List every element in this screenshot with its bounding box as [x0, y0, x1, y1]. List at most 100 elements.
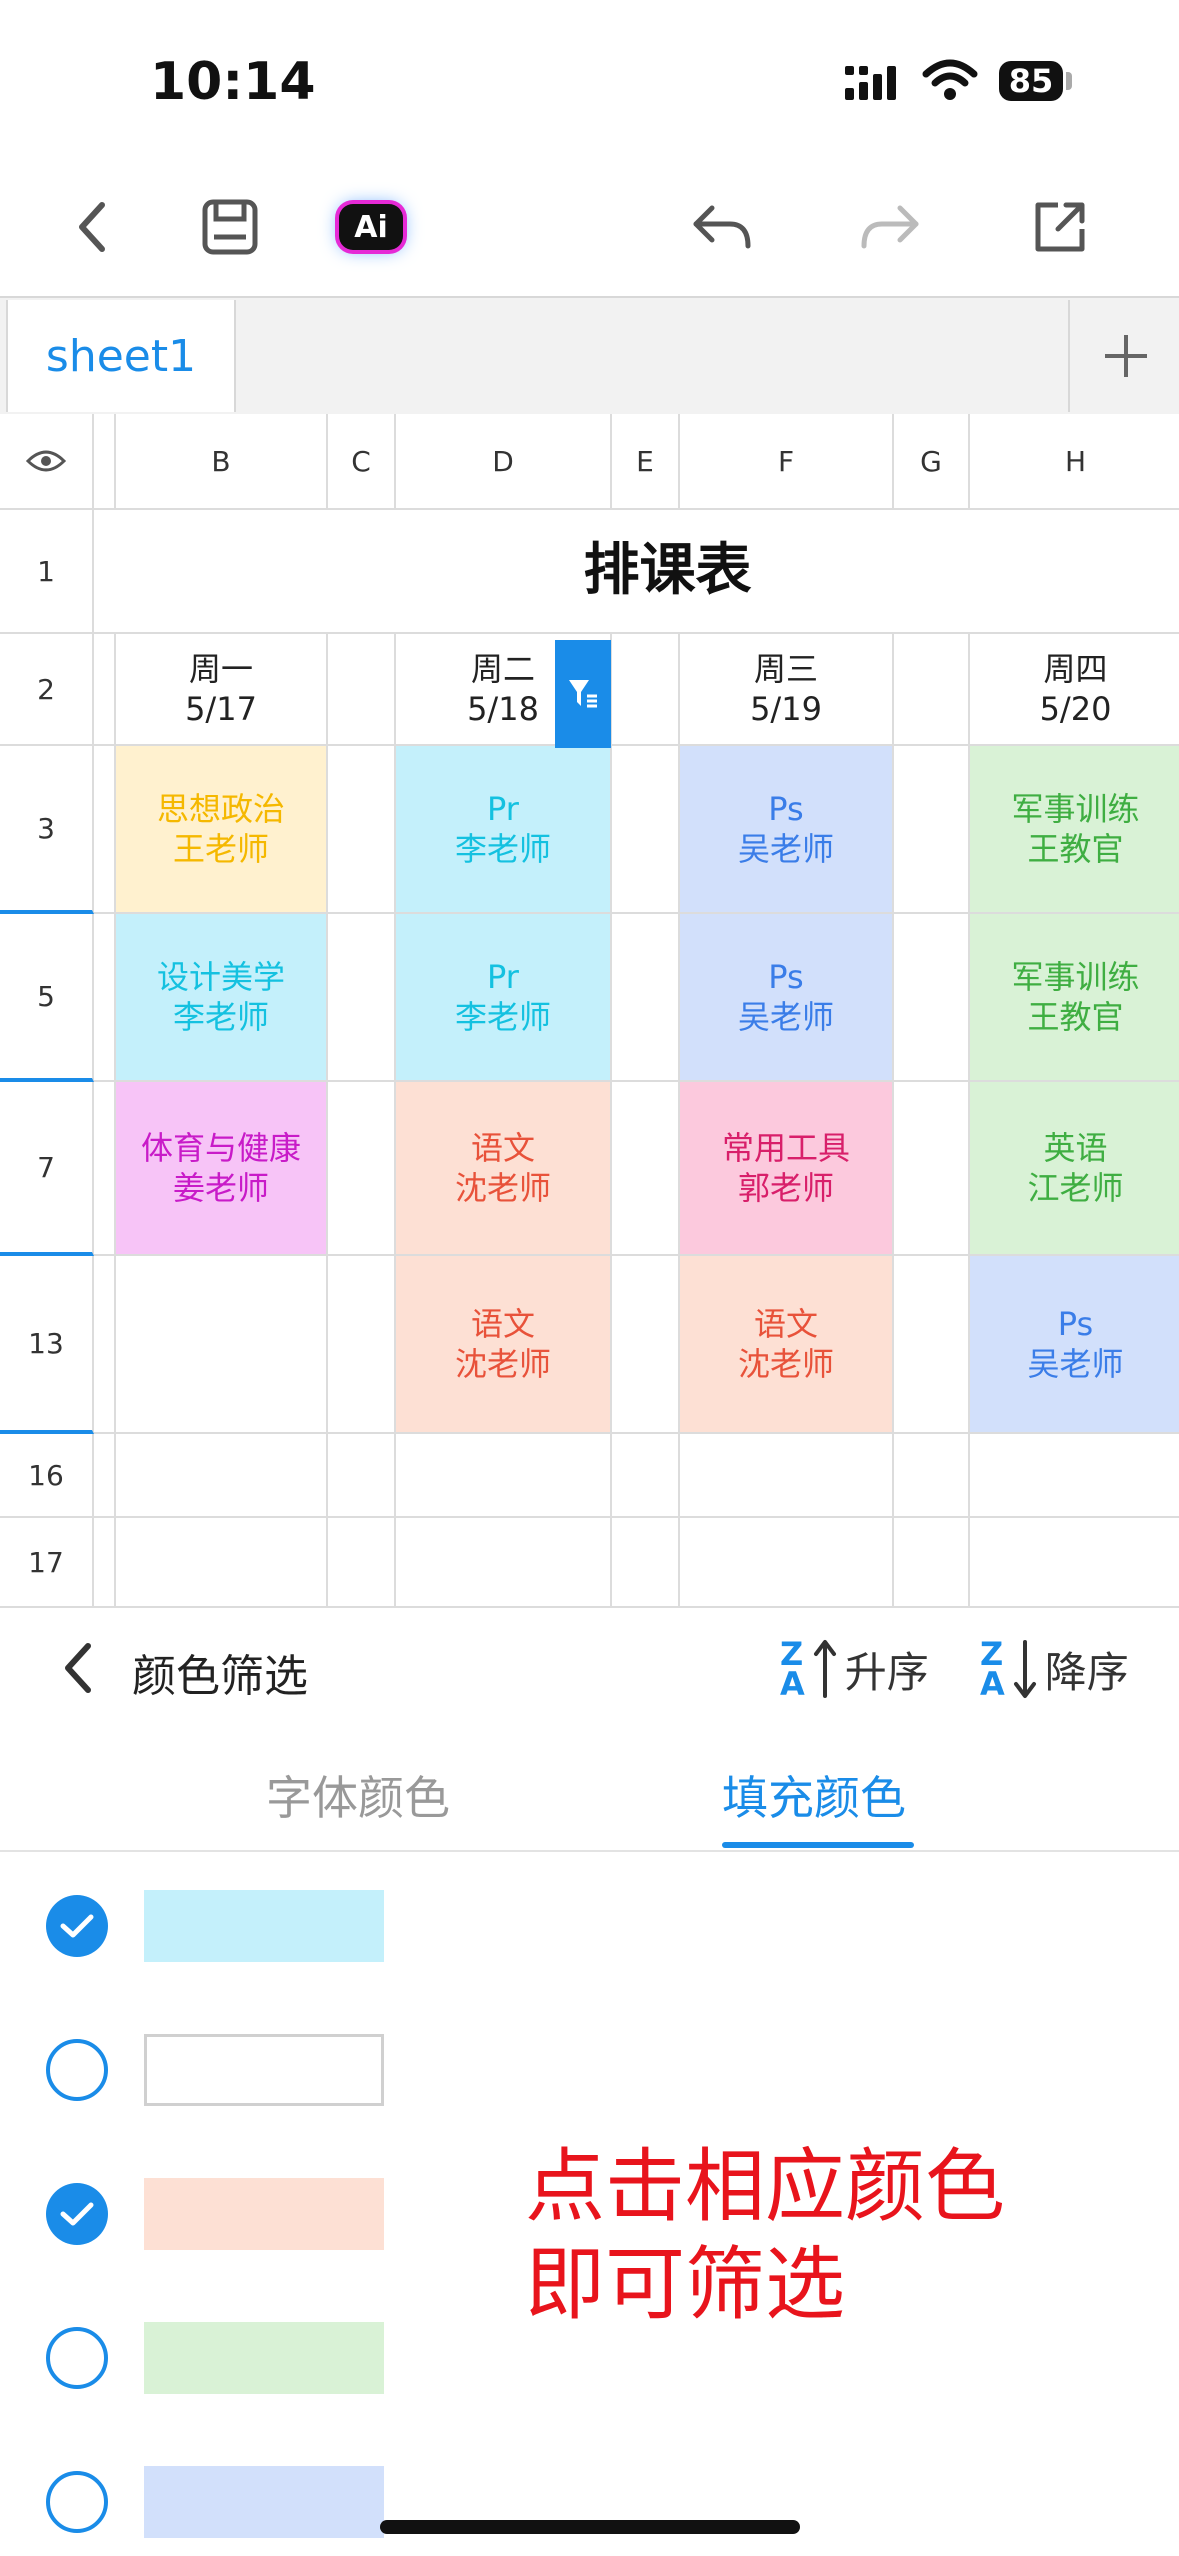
cell[interactable] — [894, 634, 970, 746]
cell[interactable] — [328, 1082, 396, 1256]
cell[interactable] — [612, 1082, 680, 1256]
tab-font-color[interactable]: 字体颜色 — [266, 1762, 450, 1828]
cell[interactable] — [116, 1518, 328, 1608]
sort-ascending-button[interactable]: ZA 升序 — [780, 1638, 929, 1700]
course-cell[interactable]: 语文 沈老师 — [680, 1256, 894, 1434]
column-header-a[interactable] — [94, 414, 116, 510]
sheet-tab[interactable]: sheet1 — [6, 300, 236, 412]
course-cell[interactable]: Ps 吴老师 — [970, 1256, 1179, 1434]
cell[interactable] — [894, 1518, 970, 1608]
course-cell[interactable]: Ps 吴老师 — [680, 746, 894, 914]
course-cell[interactable]: 体育与健康 姜老师 — [116, 1082, 328, 1256]
row-header[interactable]: 1 — [0, 510, 94, 634]
color-option-radio[interactable] — [46, 1895, 108, 1957]
row-header[interactable]: 13 — [0, 1256, 94, 1434]
undo-button[interactable] — [690, 195, 754, 259]
color-option-radio[interactable] — [46, 2327, 108, 2389]
column-header[interactable]: F — [680, 414, 894, 510]
cell[interactable] — [328, 914, 396, 1082]
back-button[interactable] — [60, 195, 124, 259]
course-cell[interactable]: 设计美学 李老师 — [116, 914, 328, 1082]
panel-back-button[interactable] — [60, 1640, 96, 1700]
cell[interactable] — [116, 1434, 328, 1518]
row-header[interactable]: 17 — [0, 1518, 94, 1608]
day-header-wed[interactable]: 周三 5/19 — [680, 634, 894, 746]
cell[interactable] — [894, 1256, 970, 1434]
course-cell[interactable] — [116, 1256, 328, 1434]
cell[interactable] — [612, 634, 680, 746]
column-header[interactable]: E — [612, 414, 680, 510]
day-header-thu[interactable]: 周四 5/20 — [970, 634, 1179, 746]
arrow-up-icon — [813, 1640, 836, 1698]
cell[interactable] — [328, 746, 396, 914]
row-header[interactable]: 16 — [0, 1434, 94, 1518]
cell[interactable] — [612, 1434, 680, 1518]
cell[interactable] — [328, 1434, 396, 1518]
cell[interactable] — [396, 1434, 612, 1518]
tab-fill-color[interactable]: 填充颜色 — [722, 1762, 906, 1828]
column-header[interactable]: H — [970, 414, 1179, 510]
row-header[interactable]: 3 — [0, 746, 94, 914]
cell[interactable] — [94, 1256, 116, 1434]
color-swatch[interactable] — [144, 2034, 384, 2106]
course-cell[interactable]: 语文 沈老师 — [396, 1256, 612, 1434]
color-option-radio[interactable] — [46, 2471, 108, 2533]
save-button[interactable] — [198, 195, 262, 259]
row-header[interactable]: 5 — [0, 914, 94, 1082]
redo-button[interactable] — [858, 195, 922, 259]
color-option-radio[interactable] — [46, 2039, 108, 2101]
cell[interactable] — [94, 1434, 116, 1518]
course-cell[interactable]: 军事训练 王教官 — [970, 746, 1179, 914]
cell[interactable] — [328, 1256, 396, 1434]
ai-button[interactable]: Ai — [339, 204, 403, 250]
cell[interactable] — [94, 914, 116, 1082]
course-cell[interactable]: 思想政治 王老师 — [116, 746, 328, 914]
course-name: 英语 — [1043, 1129, 1108, 1167]
add-sheet-button[interactable] — [1068, 300, 1179, 412]
cell[interactable] — [612, 914, 680, 1082]
course-cell[interactable]: 英语 江老师 — [970, 1082, 1179, 1256]
cell[interactable] — [94, 634, 116, 746]
cell[interactable] — [894, 1082, 970, 1256]
title-cell[interactable]: 排课表 — [94, 510, 1179, 634]
cell[interactable] — [396, 1518, 612, 1608]
cell[interactable] — [612, 746, 680, 914]
sheet-title: 排课表 — [583, 538, 752, 603]
course-cell[interactable]: Pr 李老师 — [396, 914, 612, 1082]
course-cell[interactable]: Pr 李老师 — [396, 746, 612, 914]
cell[interactable] — [680, 1434, 894, 1518]
cell[interactable] — [894, 914, 970, 1082]
cell[interactable] — [680, 1518, 894, 1608]
course-cell[interactable]: Ps 吴老师 — [680, 914, 894, 1082]
share-button[interactable] — [1028, 195, 1092, 259]
column-header[interactable]: G — [894, 414, 970, 510]
column-filter-button[interactable] — [555, 640, 611, 748]
visibility-toggle[interactable] — [0, 414, 94, 510]
cell[interactable] — [612, 1518, 680, 1608]
column-header[interactable]: B — [116, 414, 328, 510]
cell[interactable] — [328, 1518, 396, 1608]
cell[interactable] — [612, 1256, 680, 1434]
color-option-radio[interactable] — [46, 2183, 108, 2245]
cell[interactable] — [328, 634, 396, 746]
day-header-mon[interactable]: 周一 5/17 — [116, 634, 328, 746]
cell[interactable] — [894, 1434, 970, 1518]
cell[interactable] — [94, 1082, 116, 1256]
cell[interactable] — [894, 746, 970, 914]
course-cell[interactable]: 军事训练 王教官 — [970, 914, 1179, 1082]
cell[interactable] — [94, 746, 116, 914]
row-header[interactable]: 7 — [0, 1082, 94, 1256]
cell[interactable] — [970, 1434, 1179, 1518]
color-swatch[interactable] — [144, 2466, 384, 2538]
sort-descending-button[interactable]: ZA 降序 — [980, 1638, 1129, 1700]
cell[interactable] — [970, 1518, 1179, 1608]
column-header[interactable]: D — [396, 414, 612, 510]
color-swatch[interactable] — [144, 2322, 384, 2394]
course-cell[interactable]: 常用工具 郭老师 — [680, 1082, 894, 1256]
column-header[interactable]: C — [328, 414, 396, 510]
course-cell[interactable]: 语文 沈老师 — [396, 1082, 612, 1256]
row-header[interactable]: 2 — [0, 634, 94, 746]
color-swatch[interactable] — [144, 2178, 384, 2250]
cell[interactable] — [94, 1518, 116, 1608]
color-swatch[interactable] — [144, 1890, 384, 1962]
